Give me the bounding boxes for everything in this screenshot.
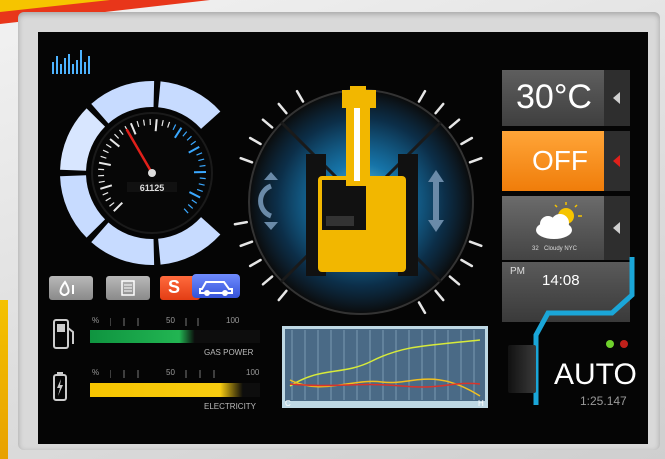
gas-scale-mid: 50 bbox=[166, 316, 175, 325]
oil-button[interactable] bbox=[49, 276, 93, 300]
dial-tick bbox=[417, 89, 427, 103]
dial-tick bbox=[434, 289, 445, 302]
gas-scale-max: 100 bbox=[226, 316, 240, 325]
partly-cloudy-icon bbox=[536, 202, 582, 239]
electricity-bar bbox=[90, 383, 260, 397]
dial-tick bbox=[448, 118, 461, 129]
odometer-value: 61125 bbox=[140, 183, 165, 193]
chevron-left-icon bbox=[613, 155, 620, 167]
weather-temp: 32 bbox=[532, 246, 539, 252]
chevron-left-icon bbox=[613, 92, 620, 104]
dial-tick bbox=[277, 289, 288, 302]
dial-tick bbox=[468, 156, 483, 164]
dial-tick bbox=[460, 258, 474, 268]
mode-timer: 1:25.147 bbox=[580, 394, 627, 408]
electricity-fill bbox=[90, 383, 243, 397]
car-button[interactable] bbox=[192, 274, 240, 298]
decorative-side-stripe bbox=[0, 300, 8, 459]
gauge-tick bbox=[154, 119, 158, 132]
gas-power-label: GAS POWER bbox=[204, 348, 254, 357]
weather-tab[interactable] bbox=[604, 196, 630, 260]
dial-tick bbox=[261, 118, 274, 129]
trend-graph: C H bbox=[282, 326, 488, 408]
document-icon bbox=[121, 280, 135, 296]
dial-tick bbox=[239, 156, 254, 164]
dial-tick bbox=[448, 275, 461, 286]
weather-condition: Cloudy NYC bbox=[544, 246, 578, 252]
electricity-scale-max: 100 bbox=[246, 368, 260, 377]
chevron-left-icon bbox=[613, 222, 620, 234]
battery-icon bbox=[53, 372, 67, 401]
gas-power-bar bbox=[90, 330, 260, 343]
graph-x-end: H bbox=[478, 399, 484, 408]
electricity-label: ELECTRICITY bbox=[204, 402, 257, 411]
temperature-value: 30°C bbox=[516, 78, 592, 116]
dial-tick bbox=[434, 102, 445, 115]
status-red-dot bbox=[620, 340, 628, 348]
speedometer-gauge: 61125 bbox=[60, 81, 221, 265]
graph-x-start: C bbox=[285, 399, 291, 408]
dial-tick bbox=[460, 136, 474, 146]
dial-tick bbox=[417, 301, 427, 315]
gas-percent-sign: % bbox=[92, 316, 100, 325]
dial-tick bbox=[248, 258, 262, 268]
gauge-tick bbox=[199, 177, 206, 180]
dial-tick bbox=[239, 240, 254, 248]
dial-tick bbox=[248, 136, 262, 146]
electricity-percent-sign: % bbox=[92, 368, 100, 377]
mode-label: AUTO bbox=[554, 358, 637, 391]
gauge-tick bbox=[199, 164, 206, 167]
dial-tick bbox=[277, 102, 288, 115]
electricity-scale-ticks bbox=[110, 370, 215, 378]
decorative-corner-stripe-yellow bbox=[0, 0, 110, 12]
oil-drop-icon bbox=[59, 280, 74, 296]
electricity-scale-mid: 50 bbox=[166, 368, 175, 377]
dial-tick bbox=[233, 220, 249, 226]
joystick-lever[interactable] bbox=[508, 345, 536, 393]
fuel-pump-icon bbox=[53, 319, 74, 349]
gas-power-fill bbox=[90, 330, 196, 343]
document-button[interactable] bbox=[106, 276, 150, 300]
temperature-tab[interactable] bbox=[604, 70, 630, 126]
signal-bars-icon bbox=[52, 50, 90, 74]
power-toggle-tab[interactable] bbox=[604, 131, 630, 191]
excavator-display bbox=[233, 86, 483, 315]
dial-tick bbox=[261, 275, 274, 286]
car-icon bbox=[199, 281, 233, 296]
gas-scale-ticks bbox=[110, 318, 199, 326]
s-mode-label: S bbox=[168, 277, 181, 297]
dial-tick bbox=[295, 89, 305, 103]
dial-tick bbox=[468, 240, 483, 248]
status-green-dot bbox=[606, 340, 614, 348]
power-toggle-label: OFF bbox=[532, 145, 588, 176]
